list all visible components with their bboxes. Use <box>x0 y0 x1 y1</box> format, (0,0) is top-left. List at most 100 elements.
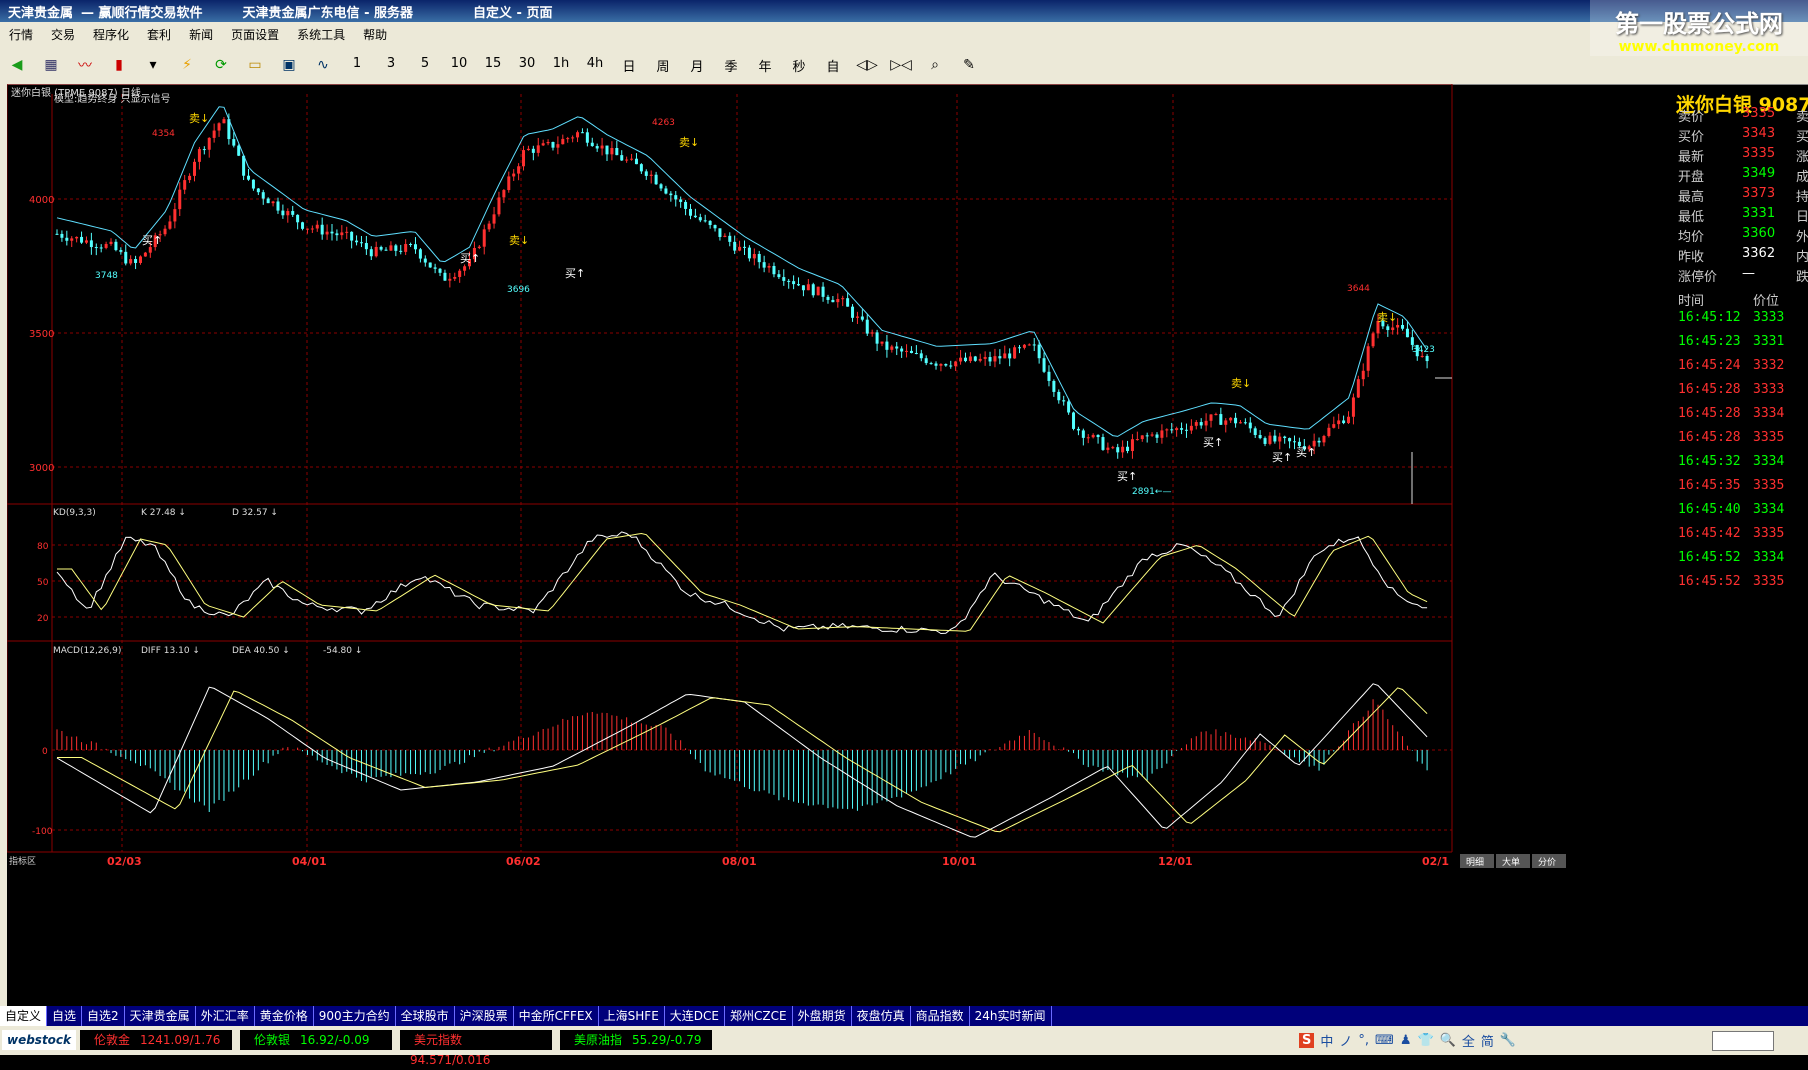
menu-item-4[interactable]: 新闻 <box>189 26 213 43</box>
ime-button-7[interactable]: 全 <box>1462 1031 1475 1050</box>
ime-button-1[interactable]: ノ <box>1339 1031 1352 1050</box>
ticker-2[interactable]: 美元指数 94.571/0.016 <box>400 1030 552 1067</box>
sogou-icon[interactable]: S <box>1299 1032 1315 1048</box>
menu-item-0[interactable]: 行情 <box>9 26 33 43</box>
period-button-11[interactable]: 季 <box>714 56 748 75</box>
market-tab-13[interactable]: 外盘期货 <box>793 1006 852 1026</box>
market-tab-16[interactable]: 24h实时新闻 <box>970 1006 1052 1026</box>
menu-item-3[interactable]: 套利 <box>147 26 171 43</box>
period-button-4[interactable]: 15 <box>476 56 510 75</box>
line-chart-icon[interactable]: 〰 <box>68 55 102 75</box>
ime-button-0[interactable]: 中 <box>1320 1031 1333 1050</box>
period-button-6[interactable]: 1h <box>544 56 578 75</box>
ime-button-9[interactable]: 🔧 <box>1500 1033 1516 1048</box>
ime-button-6[interactable]: 🔍 <box>1440 1033 1456 1048</box>
candle-body <box>217 123 221 131</box>
grid-icon[interactable]: ▦ <box>34 57 68 73</box>
candle-body <box>905 350 909 352</box>
period-button-3[interactable]: 10 <box>442 56 476 75</box>
period-button-13[interactable]: 秒 <box>782 56 816 75</box>
price-annotation: 3748 <box>95 271 118 281</box>
period-button-9[interactable]: 周 <box>646 56 680 75</box>
flash-icon[interactable]: ⚡ <box>170 57 204 73</box>
candle-body <box>1027 344 1031 346</box>
date-tick: 12/01 <box>1158 855 1193 868</box>
market-tab-7[interactable]: 全球股市 <box>396 1006 455 1026</box>
draw-icon[interactable]: ✎ <box>952 57 986 73</box>
candle-body <box>296 214 300 223</box>
ime-button-3[interactable]: ⌨ <box>1375 1033 1394 1048</box>
market-tab-1[interactable]: 自选 <box>47 1006 83 1026</box>
tick-price: 3334 <box>1753 406 1785 421</box>
open-icon[interactable]: ▭ <box>238 57 272 73</box>
candle-body <box>1361 370 1365 380</box>
search-icon[interactable]: ⌕ <box>918 57 952 73</box>
ticker-0[interactable]: 伦敦金 1241.09/1.76 <box>80 1030 232 1050</box>
quote-row: 最新 3335 涨 <box>1678 146 1808 166</box>
ime-button-4[interactable]: ♟ <box>1400 1033 1412 1048</box>
candle-body <box>576 132 580 138</box>
dropdown-icon[interactable]: ▾ <box>136 57 170 73</box>
period-button-2[interactable]: 5 <box>408 56 442 75</box>
market-tab-0[interactable]: 自定义 <box>0 1006 48 1026</box>
period-button-8[interactable]: 日 <box>612 56 646 75</box>
period-button-1[interactable]: 3 <box>374 56 408 75</box>
quote-tab[interactable]: 大单 <box>1502 856 1520 868</box>
period-button-10[interactable]: 月 <box>680 56 714 75</box>
menu-item-5[interactable]: 页面设置 <box>231 26 279 43</box>
candle-body <box>522 150 526 167</box>
market-tab-8[interactable]: 沪深股票 <box>455 1006 514 1026</box>
candle-body <box>713 225 717 229</box>
app-name: 天津贵金属 <box>8 5 74 21</box>
zoom-in-out-icon[interactable]: ◁▷ <box>850 57 884 73</box>
quote-tab[interactable]: 分价 <box>1538 857 1556 868</box>
save-icon[interactable]: ▣ <box>272 57 306 73</box>
refresh-icon[interactable]: ⟳ <box>204 57 238 73</box>
market-tab-10[interactable]: 上海SHFE <box>599 1006 665 1026</box>
market-tab-4[interactable]: 外汇汇率 <box>196 1006 255 1026</box>
market-tab-3[interactable]: 天津贵金属 <box>125 1006 196 1026</box>
market-tab-12[interactable]: 郑州CZCE <box>725 1006 793 1026</box>
market-tab-14[interactable]: 夜盘仿真 <box>852 1006 911 1026</box>
ticker-1[interactable]: 伦敦银 16.92/-0.09 <box>240 1030 392 1050</box>
candle-body <box>423 258 427 263</box>
candle-icon[interactable]: ▮ <box>102 57 136 73</box>
candle-body <box>929 363 933 365</box>
candle-body <box>1096 434 1100 438</box>
market-tab-6[interactable]: 900主力合约 <box>314 1006 396 1026</box>
candle-body <box>983 357 987 359</box>
period-button-5[interactable]: 30 <box>510 56 544 75</box>
ime-toolbar[interactable]: S 中ノ °, ⌨ ♟ 👕 🔍 全简 🔧 <box>1296 1029 1519 1051</box>
period-button-0[interactable]: 1 <box>340 56 374 75</box>
ticker-3[interactable]: 美原油指 55.29/-0.79 <box>560 1030 712 1050</box>
quote-label: 买价 <box>1678 130 1705 145</box>
tick-time: 16:45:32 <box>1678 454 1741 469</box>
status-input[interactable] <box>1712 1031 1774 1051</box>
trend-icon[interactable]: ∿ <box>306 57 340 73</box>
menu-item-1[interactable]: 交易 <box>51 26 75 43</box>
back-icon[interactable]: ◀ <box>0 57 34 73</box>
market-tab-11[interactable]: 大连DCE <box>665 1006 725 1026</box>
period-button-7[interactable]: 4h <box>578 56 612 75</box>
fit-icon[interactable]: ▷◁ <box>884 57 918 73</box>
market-tab-15[interactable]: 商品指数 <box>911 1006 970 1026</box>
indicator-area-button[interactable]: 指标区 <box>9 855 36 867</box>
market-tab-5[interactable]: 黄金价格 <box>255 1006 314 1026</box>
menu-item-7[interactable]: 帮助 <box>363 26 387 43</box>
ime-button-8[interactable]: 简 <box>1481 1031 1494 1050</box>
market-tab-9[interactable]: 中金所CFFEX <box>514 1006 599 1026</box>
macd-diff-line <box>56 683 1428 838</box>
menu-item-2[interactable]: 程序化 <box>93 26 129 43</box>
ime-button-2[interactable]: °, <box>1358 1033 1369 1048</box>
menu-item-6[interactable]: 系统工具 <box>297 26 345 43</box>
candle-body <box>134 259 138 263</box>
market-tab-2[interactable]: 自选2 <box>82 1006 125 1026</box>
ime-button-5[interactable]: 👕 <box>1417 1033 1433 1048</box>
ticker-name: 美原油指 <box>574 1033 623 1047</box>
chart-area[interactable]: 迷你白银 (TPME 9087) 日线模型:趋势终身 只显示信号40003500… <box>7 84 1672 1006</box>
candle-body <box>1214 414 1218 416</box>
quote-tab[interactable]: 明细 <box>1466 856 1484 868</box>
period-button-12[interactable]: 年 <box>748 56 782 75</box>
candle-body <box>826 296 830 300</box>
period-button-14[interactable]: 自 <box>816 56 850 75</box>
